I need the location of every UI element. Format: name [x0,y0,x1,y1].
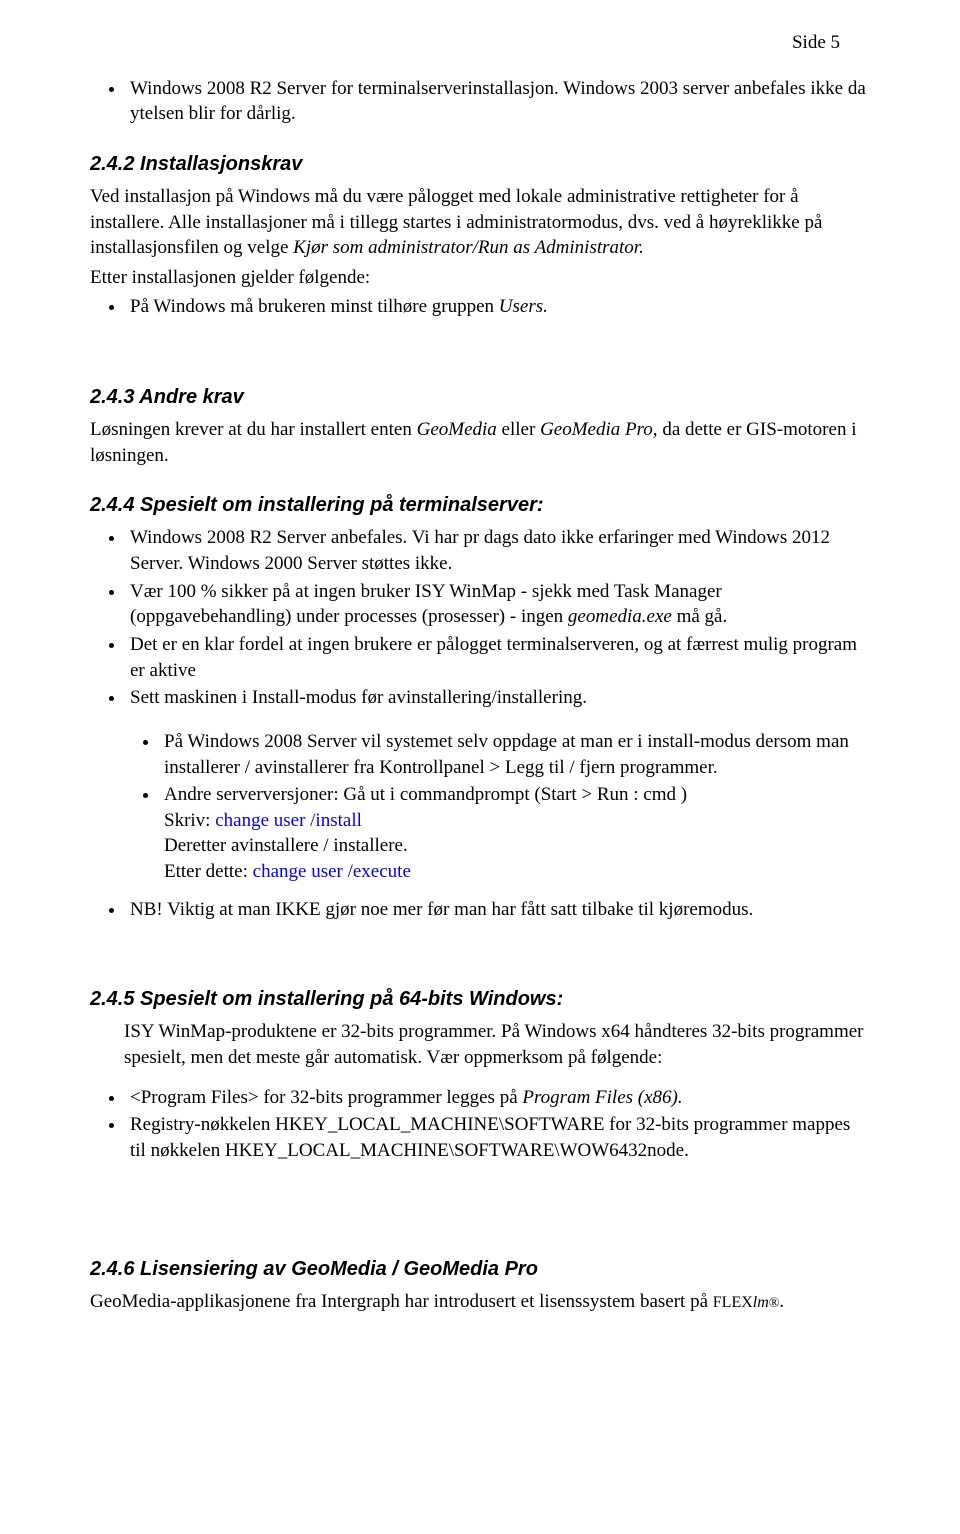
body-text: GeoMedia-applikasjonene fra Intergraph h… [90,1289,870,1315]
text-italic: geomedia.exe [568,606,672,627]
intro-list: Windows 2008 R2 Server for terminalserve… [90,76,870,127]
text-span: På Windows må brukeren minst tilhøre gru… [130,296,499,317]
list-item: Registry-nøkkelen HKEY_LOCAL_MACHINE\SOF… [126,1112,870,1163]
registered-icon: ® [769,1296,780,1311]
list-item: <Program Files> for 32-bits programmer l… [126,1085,870,1111]
text-span: GeoMedia-applikasjonene fra Intergraph h… [90,1291,713,1312]
text-italic: lm [753,1294,769,1311]
body-text: Ved installasjon på Windows må du være p… [90,184,870,261]
list-item: Det er en klar fordel at ingen brukere e… [126,632,870,683]
heading-242: 2.4.2 Installasjonskrav [90,151,870,178]
list-item: Vær 100 % sikker på at ingen bruker ISY … [126,579,870,630]
list-item: Andre serverversjoner: Gå ut i commandpr… [160,782,870,885]
list-244-nested: På Windows 2008 Server vil systemet selv… [90,729,870,885]
body-text: Etter installasjonen gjelder følgende: [90,265,870,291]
list-item: NB! Viktig at man IKKE gjør noe mer før … [126,897,870,923]
text-span: Andre serverversjoner: Gå ut i commandpr… [164,784,687,805]
body-text: Løsningen krever at du har installert en… [90,417,870,468]
list-item: På Windows må brukeren minst tilhøre gru… [126,294,870,320]
heading-243: 2.4.3 Andre krav [90,384,870,411]
text-span: Skriv: [164,810,215,831]
body-text: ISY WinMap-produktene er 32-bits program… [90,1019,870,1070]
text-span: eller [502,419,541,440]
text-span: . [779,1291,784,1312]
page-number: Side 5 [90,30,870,56]
text-italic: GeoMedia Pro, [540,419,658,440]
text-span: Løsningen krever at du har installert en… [90,419,417,440]
text-span: Deretter avinstallere / installere. [164,835,408,856]
text-span: FLEX [713,1294,753,1311]
text-command: change user /install [215,810,362,831]
text-italic: Users. [499,296,548,317]
text-italic: Kjør som administrator/Run as Administra… [293,237,644,258]
list-item: Windows 2008 R2 Server anbefales. Vi har… [126,525,870,576]
list-242: På Windows må brukeren minst tilhøre gru… [90,294,870,320]
list-245: <Program Files> for 32-bits programmer l… [90,1085,870,1164]
list-244b: NB! Viktig at man IKKE gjør noe mer før … [90,897,870,923]
heading-245: 2.4.5 Spesielt om installering på 64-bit… [90,986,870,1013]
heading-244: 2.4.4 Spesielt om installering på termin… [90,492,870,519]
heading-246: 2.4.6 Lisensiering av GeoMedia / GeoMedi… [90,1256,870,1283]
text-italic: Program Files (x86). [522,1087,682,1108]
list-item: Sett maskinen i Install-modus før avinst… [126,685,870,711]
list-item: På Windows 2008 Server vil systemet selv… [160,729,870,780]
list-item: Windows 2008 R2 Server for terminalserve… [126,76,870,127]
text-span: <Program Files> for 32-bits programmer l… [130,1087,522,1108]
text-span: Etter dette: [164,861,253,882]
text-span: må gå. [672,606,727,627]
text-italic: GeoMedia [417,419,502,440]
list-244: Windows 2008 R2 Server anbefales. Vi har… [90,525,870,710]
text-command: change user /execute [253,861,411,882]
